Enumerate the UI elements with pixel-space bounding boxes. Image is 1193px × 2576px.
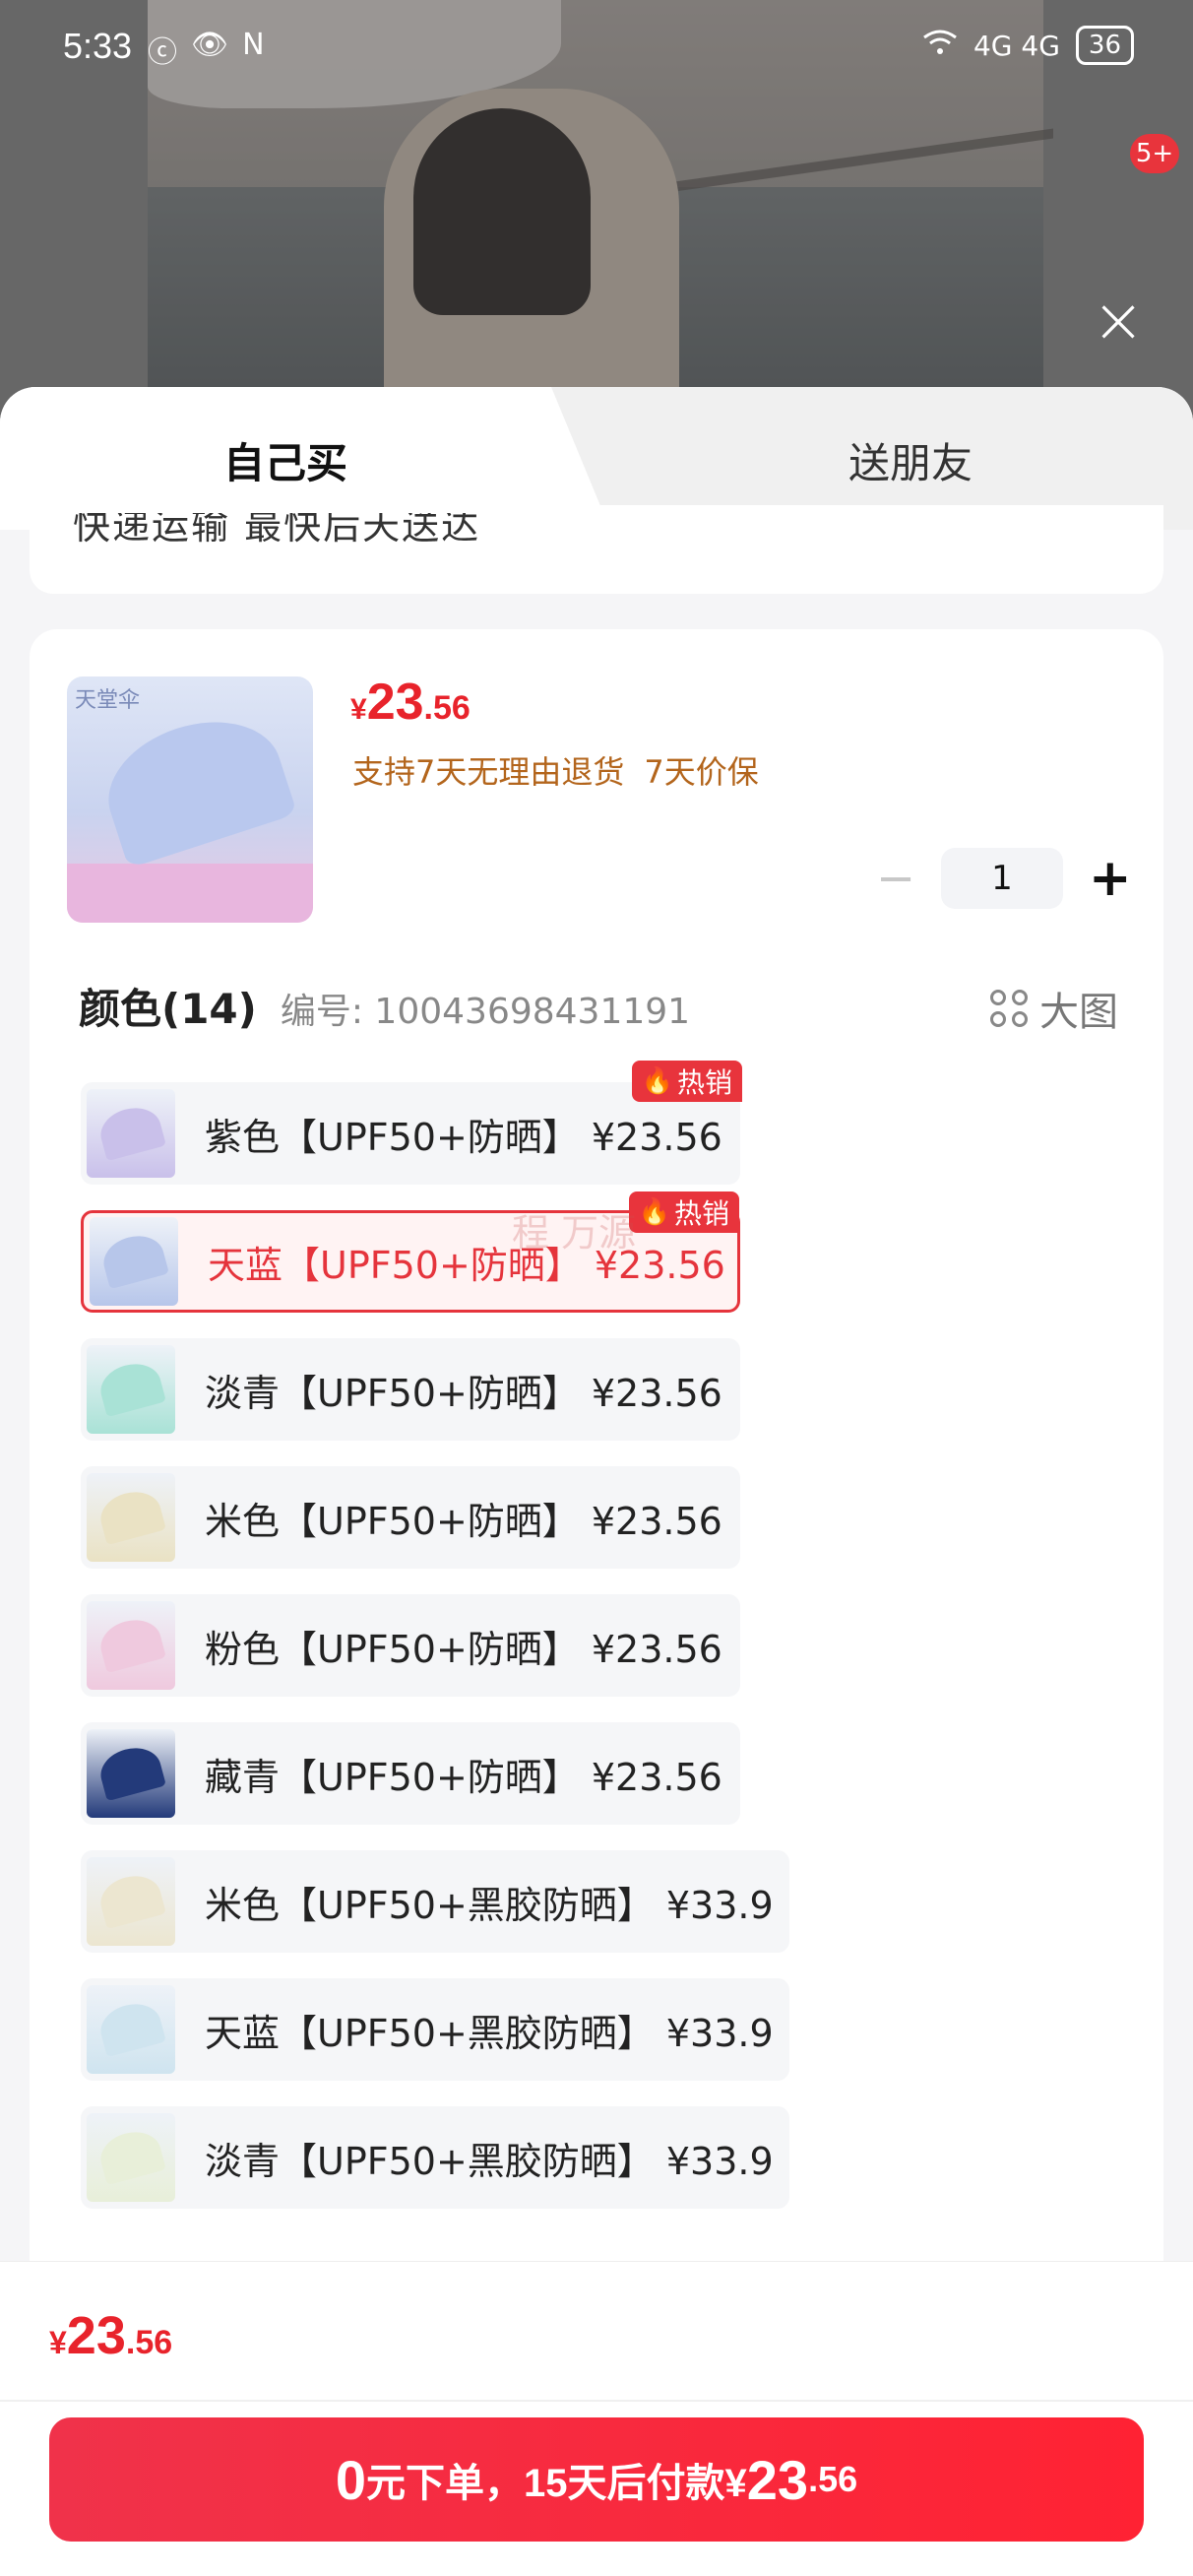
option-label: 米色【UPF50+黑胶防晒】 ¥33.9: [205, 1883, 774, 1927]
hot-tag: 🔥 热销: [628, 1191, 739, 1233]
pay-later-button[interactable]: 0 元下单，15天后付款¥ 23.56: [49, 2417, 1144, 2542]
divider: [0, 2400, 1193, 2402]
option-thumbnail: [87, 2113, 175, 2202]
notification-badge[interactable]: 5+: [1130, 134, 1179, 173]
service-promises: 支持7天无理由退货 7天价保: [352, 747, 759, 793]
eye-icon: 👁: [191, 28, 229, 62]
color-option[interactable]: 紫色【UPF50+防晒】 ¥23.56 🔥 热销: [81, 1061, 742, 1185]
option-thumbnail: [90, 1217, 178, 1306]
color-option[interactable]: 天蓝【UPF50+防晒】 ¥23.56 🔥 热销: [81, 1191, 740, 1313]
status-icons-left: ⓒ 👁 N: [148, 28, 265, 71]
color-option[interactable]: 粉色【UPF50+防晒】 ¥23.56: [81, 1594, 740, 1697]
option-label: 紫色【UPF50+防晒】 ¥23.56: [205, 1115, 722, 1159]
color-option[interactable]: 米色【UPF50+防晒】 ¥23.56: [81, 1466, 740, 1569]
battery-icon: 36: [1075, 26, 1134, 65]
decrease-button[interactable]: −: [876, 851, 915, 906]
big-image-toggle[interactable]: 大图: [990, 980, 1118, 1037]
spec-header: 颜色(14) 编号: 10043698431191 大图: [79, 976, 1132, 1036]
option-thumbnail: [87, 1857, 175, 1946]
thumb-brand: 天堂伞: [75, 688, 141, 713]
signal-icon: 4G 4G: [973, 29, 1060, 62]
spec-title: 颜色(14): [79, 985, 257, 1033]
option-thumbnail: [87, 1473, 175, 1562]
delivery-card: 快递运输 最快后天送达: [30, 505, 1163, 594]
alarm-icon: ⓒ: [148, 35, 177, 70]
grid-icon: [990, 990, 1028, 1027]
option-label: 淡青【UPF50+防晒】 ¥23.56: [205, 1371, 722, 1415]
promise-price: 7天价保: [644, 753, 759, 791]
total-price: ¥23.56: [49, 2306, 173, 2365]
option-label: 天蓝【UPF50+防晒】 ¥23.56: [208, 1243, 725, 1287]
color-option[interactable]: 藏青【UPF50+防晒】 ¥23.56: [81, 1722, 740, 1825]
color-option[interactable]: 淡青【UPF50+防晒】 ¥23.56: [81, 1338, 740, 1441]
spec-code: 编号: 10043698431191: [280, 992, 691, 1032]
purchase-sheet: 自己买 送朋友 快递运输 最快后天送达 天堂伞 ¥23.56 支持7天无理由退货…: [0, 387, 1193, 2576]
quantity-stepper: − 1 +: [876, 848, 1132, 909]
option-label: 藏青【UPF50+防晒】 ¥23.56: [205, 1755, 722, 1799]
big-image-label: 大图: [1039, 990, 1118, 1035]
hot-tag-label: 热销: [676, 1066, 732, 1099]
status-bar: 5:33 ⓒ 👁 N 4G 4G 36: [0, 0, 1193, 98]
flame-icon: 🔥: [641, 1066, 673, 1096]
product-thumbnail[interactable]: 天堂伞: [67, 676, 313, 923]
color-option[interactable]: 天蓝【UPF50+黑胶防晒】 ¥33.9: [81, 1978, 789, 2081]
option-thumbnail: [87, 1089, 175, 1178]
product-price: ¥23.56: [350, 674, 471, 731]
quantity-value[interactable]: 1: [941, 848, 1063, 909]
option-thumbnail: [87, 1729, 175, 1818]
bottom-bar: ¥23.56 0 元下单，15天后付款¥ 23.56: [0, 2261, 1193, 2576]
option-label: 粉色【UPF50+防晒】 ¥23.56: [205, 1627, 722, 1671]
tab-self-label[interactable]: 自己买: [177, 430, 394, 490]
promise-return: 支持7天无理由退货: [352, 753, 625, 791]
close-icon[interactable]: ×: [1089, 290, 1148, 353]
status-time: 5:33: [63, 26, 133, 66]
color-option[interactable]: 淡青【UPF50+黑胶防晒】 ¥33.9: [81, 2106, 789, 2209]
option-label: 淡青【UPF50+黑胶防晒】 ¥33.9: [205, 2139, 774, 2183]
nfc-icon: N: [242, 28, 265, 62]
option-label: 天蓝【UPF50+黑胶防晒】 ¥33.9: [205, 2011, 774, 2055]
flame-icon: 🔥: [638, 1197, 670, 1227]
hot-tag: 🔥 热销: [631, 1061, 742, 1102]
hot-tag-label: 热销: [673, 1197, 729, 1230]
tab-friend-label[interactable]: 送朋友: [797, 430, 1024, 490]
option-label: 米色【UPF50+防晒】 ¥23.56: [205, 1499, 722, 1543]
status-icons-right: 4G 4G 36: [922, 26, 1134, 65]
option-thumbnail: [87, 1985, 175, 2074]
watermark: 程 万源: [512, 1211, 637, 1255]
color-option[interactable]: 米色【UPF50+黑胶防晒】 ¥33.9: [81, 1850, 789, 1953]
wifi-icon: [922, 28, 958, 64]
option-thumbnail: [87, 1601, 175, 1690]
increase-button[interactable]: +: [1089, 849, 1132, 908]
option-thumbnail: [87, 1345, 175, 1434]
